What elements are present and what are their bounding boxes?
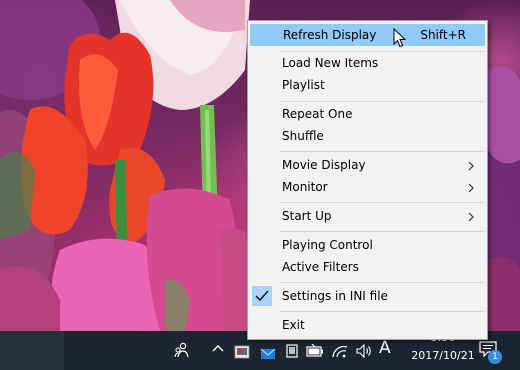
menu-separator bbox=[280, 51, 485, 52]
checkmark-icon bbox=[252, 286, 272, 306]
battery-icon[interactable] bbox=[306, 343, 324, 362]
menu-item-label: Refresh Display bbox=[283, 28, 377, 42]
menu-item-label: Start Up bbox=[282, 209, 332, 223]
active-app-area[interactable] bbox=[0, 331, 64, 370]
ime-icon[interactable]: A bbox=[379, 338, 391, 358]
menu-item-start-up[interactable]: Start Up bbox=[250, 206, 485, 228]
menu-separator bbox=[280, 231, 485, 232]
app-tray-icon[interactable] bbox=[234, 344, 250, 363]
menu-item-label: Playlist bbox=[282, 78, 325, 92]
menu-separator bbox=[280, 101, 485, 102]
menu-item-repeat-one[interactable]: Repeat One bbox=[250, 104, 485, 126]
menu-item-label: Active Filters bbox=[282, 260, 359, 274]
menu-item-label: Playing Control bbox=[282, 238, 373, 252]
mail-icon[interactable] bbox=[260, 345, 276, 364]
chevron-right-icon bbox=[468, 211, 475, 225]
menu-item-playing-control[interactable]: Playing Control bbox=[250, 235, 485, 257]
menu-item-shortcut: Shift+R bbox=[420, 28, 466, 42]
chevron-right-icon bbox=[468, 160, 475, 174]
menu-separator bbox=[280, 311, 485, 312]
mouse-cursor-icon bbox=[393, 27, 407, 52]
menu-item-active-filters[interactable]: Active Filters bbox=[250, 257, 485, 279]
menu-item-label: Movie Display bbox=[282, 158, 366, 172]
notification-count-badge: 1 bbox=[488, 350, 502, 364]
menu-item-shuffle[interactable]: Shuffle bbox=[250, 126, 485, 148]
menu-item-refresh-display[interactable]: Refresh Display Shift+R bbox=[250, 24, 485, 46]
network-icon[interactable] bbox=[331, 343, 349, 362]
menu-item-label: Load New Items bbox=[282, 56, 379, 70]
menu-item-playlist[interactable]: Playlist bbox=[250, 75, 485, 97]
menu-item-load-new-items[interactable]: Load New Items bbox=[250, 53, 485, 75]
menu-item-label: Exit bbox=[282, 318, 305, 332]
menu-separator bbox=[280, 151, 485, 152]
context-menu: Refresh Display Shift+R Load New Items P… bbox=[247, 20, 488, 340]
menu-item-settings-in-ini-file[interactable]: Settings in INI file bbox=[250, 286, 485, 308]
tablet-icon[interactable] bbox=[286, 343, 298, 362]
people-icon[interactable] bbox=[174, 342, 190, 362]
chevron-up-icon[interactable] bbox=[211, 341, 225, 360]
menu-item-exit[interactable]: Exit bbox=[250, 315, 485, 337]
menu-item-movie-display[interactable]: Movie Display bbox=[250, 155, 485, 177]
menu-item-label: Repeat One bbox=[282, 107, 353, 121]
menu-item-monitor[interactable]: Monitor bbox=[250, 177, 485, 199]
menu-item-label: Settings in INI file bbox=[282, 289, 388, 303]
menu-item-label: Monitor bbox=[282, 180, 328, 194]
volume-icon[interactable] bbox=[356, 343, 374, 362]
menu-separator bbox=[280, 202, 485, 203]
menu-separator bbox=[280, 282, 485, 283]
clock-date[interactable]: 2017/10/21 bbox=[400, 349, 486, 362]
menu-item-label: Shuffle bbox=[282, 129, 324, 143]
chevron-right-icon bbox=[468, 182, 475, 196]
